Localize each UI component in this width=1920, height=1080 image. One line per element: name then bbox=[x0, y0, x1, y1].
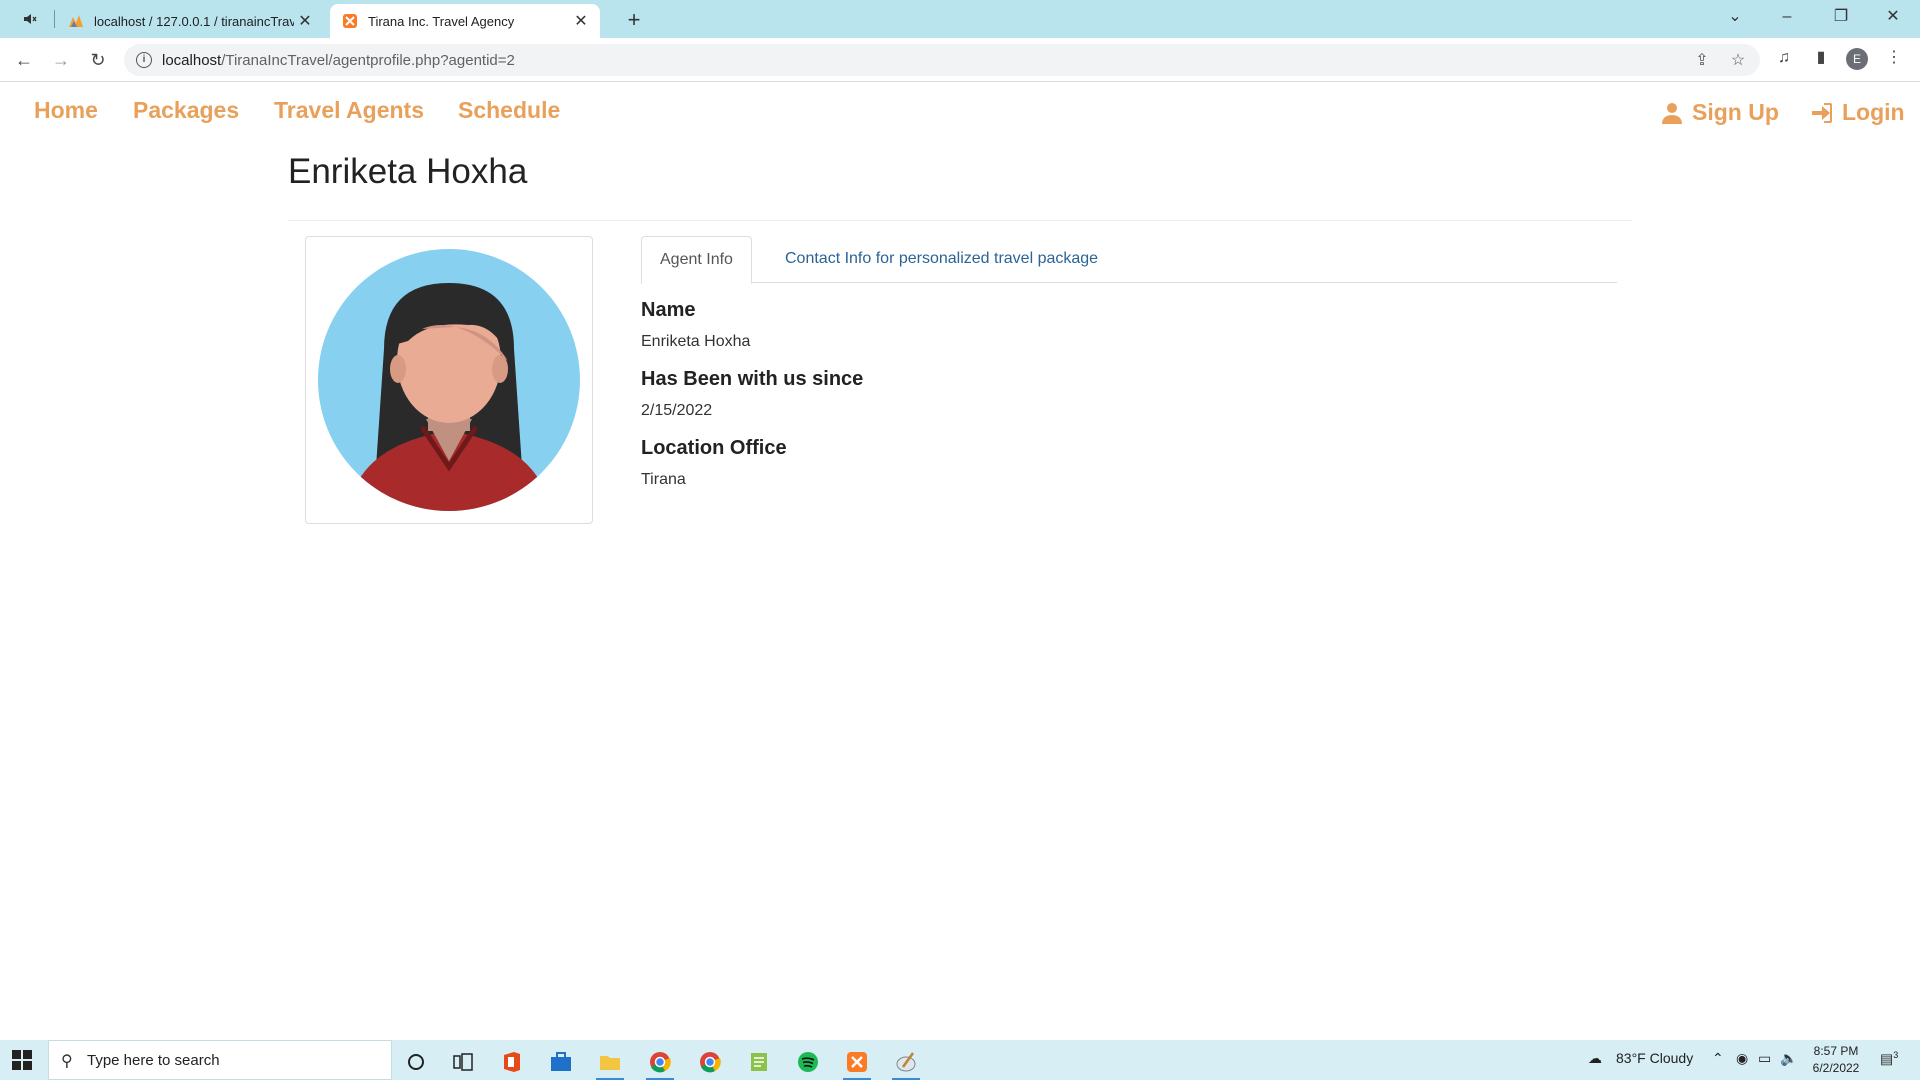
user-icon bbox=[1662, 102, 1682, 124]
taskbar-search[interactable]: ⚲ Type here to search bbox=[48, 1040, 392, 1080]
back-icon[interactable]: ← bbox=[10, 46, 38, 74]
windows-taskbar: ⚲ Type here to search ☁ 83°F Cloudy ⌃ ◉ … bbox=[0, 1040, 1920, 1080]
agent-info-panel: Name Enriketa Hoxha Has Been with us sin… bbox=[641, 293, 1541, 500]
field-label-name: Name bbox=[641, 299, 696, 321]
reload-icon[interactable]: ↻ bbox=[84, 46, 112, 74]
tab-title: localhost / 127.0.0.1 / tiranaincTravel bbox=[94, 13, 294, 29]
login-label: Login bbox=[1842, 99, 1905, 125]
spotify-icon[interactable] bbox=[790, 1044, 826, 1080]
nav-sign-up[interactable]: Sign Up bbox=[1660, 99, 1779, 126]
field-value-name: Enriketa Hoxha bbox=[641, 333, 751, 350]
chat-bubble-icon: ▤ bbox=[1880, 1050, 1894, 1067]
search-icon: ⚲ bbox=[61, 1053, 73, 1070]
windows-start-icon[interactable] bbox=[12, 1050, 32, 1070]
forward-icon[interactable]: → bbox=[47, 46, 75, 74]
browser-toolbar: ← → ↻ i localhost/TiranaIncTravel/agentp… bbox=[0, 38, 1920, 82]
store-icon[interactable] bbox=[543, 1044, 579, 1080]
system-clock[interactable]: 8:57 PM 6/2/2022 bbox=[1808, 1043, 1864, 1077]
chevron-up-icon[interactable]: ⌃ bbox=[1712, 1050, 1724, 1067]
notification-count: 3 bbox=[1893, 1050, 1899, 1060]
meet-now-icon[interactable]: ◉ bbox=[1736, 1050, 1748, 1067]
share-icon[interactable]: ⇪ bbox=[1692, 51, 1712, 71]
chrome-icon[interactable] bbox=[642, 1044, 678, 1080]
restore-button[interactable]: ❐ bbox=[1814, 0, 1868, 34]
field-value-office: Tirana bbox=[641, 471, 686, 488]
new-tab-button[interactable]: + bbox=[620, 6, 648, 34]
agent-photo bbox=[305, 236, 593, 524]
xampp-icon bbox=[342, 13, 358, 29]
profile-tabs: Agent Info Contact Info for personalized… bbox=[641, 236, 1617, 284]
tab-separator bbox=[54, 10, 55, 28]
url-path: /TiranaIncTravel/agentprofile.php?agenti… bbox=[221, 52, 515, 69]
chrome-profile-icon[interactable] bbox=[692, 1044, 728, 1080]
profile-avatar[interactable]: E bbox=[1846, 48, 1868, 70]
page-title: Enriketa Hoxha bbox=[288, 152, 528, 191]
login-icon bbox=[1812, 102, 1832, 123]
phpmyadmin-icon bbox=[68, 13, 84, 29]
notepad-icon[interactable] bbox=[741, 1044, 777, 1080]
nav-schedule[interactable]: Schedule bbox=[458, 97, 560, 124]
volume-icon[interactable]: 🔈 bbox=[1780, 1050, 1797, 1067]
web-page: Home Packages Travel Agents Schedule Sig… bbox=[0, 82, 1920, 1040]
weather-icon[interactable]: ☁ bbox=[1588, 1050, 1602, 1067]
file-explorer-icon[interactable] bbox=[592, 1044, 628, 1080]
field-label-office: Location Office bbox=[641, 437, 787, 459]
field-label-since: Has Been with us since bbox=[641, 368, 864, 390]
paint-icon[interactable] bbox=[888, 1044, 924, 1080]
tab-search-icon[interactable]: ⌄ bbox=[1708, 0, 1762, 34]
network-icon[interactable]: ▭ bbox=[1758, 1050, 1771, 1067]
tab-agent-info[interactable]: Agent Info bbox=[641, 236, 752, 284]
bookmark-star-icon[interactable]: ☆ bbox=[1728, 51, 1748, 71]
cortana-icon[interactable] bbox=[398, 1044, 434, 1080]
side-panel-icon[interactable]: ▮ bbox=[1809, 46, 1833, 70]
close-icon[interactable]: ✕ bbox=[294, 11, 316, 31]
minimize-button[interactable]: – bbox=[1760, 0, 1814, 34]
site-info-icon[interactable]: i bbox=[136, 52, 152, 68]
media-control-icon[interactable]: ♫ bbox=[1772, 46, 1796, 70]
site-navbar: Home Packages Travel Agents Schedule Sig… bbox=[0, 82, 1920, 138]
field-value-since: 2/15/2022 bbox=[641, 402, 713, 419]
profile-container: Enriketa Hoxha Agent Info Contact Info f… bbox=[288, 138, 1632, 524]
url-host: localhost bbox=[162, 52, 222, 69]
agent-avatar-icon bbox=[318, 249, 580, 511]
tab-travel-agency[interactable]: Tirana Inc. Travel Agency ✕ bbox=[330, 4, 600, 38]
task-view-icon[interactable] bbox=[445, 1044, 481, 1080]
browser-tabstrip: localhost / 127.0.0.1 / tiranaincTravel … bbox=[0, 0, 1920, 38]
search-placeholder: Type here to search bbox=[87, 1052, 220, 1069]
divider bbox=[288, 220, 1632, 221]
kebab-menu-icon[interactable]: ⋮ bbox=[1882, 46, 1906, 70]
nav-travel-agents[interactable]: Travel Agents bbox=[274, 97, 424, 124]
address-bar[interactable]: i localhost/TiranaIncTravel/agentprofile… bbox=[124, 44, 1760, 76]
clock-date: 6/2/2022 bbox=[1812, 1061, 1860, 1075]
nav-login[interactable]: Login bbox=[1810, 99, 1905, 126]
speaker-muted-icon[interactable] bbox=[22, 11, 42, 27]
nav-home[interactable]: Home bbox=[34, 97, 98, 124]
nav-packages[interactable]: Packages bbox=[133, 97, 239, 124]
close-icon[interactable]: ✕ bbox=[570, 11, 592, 31]
window-close-button[interactable]: ✕ bbox=[1866, 0, 1920, 34]
weather-text[interactable]: 83°F Cloudy bbox=[1616, 1050, 1693, 1066]
tab-phpmyadmin[interactable]: localhost / 127.0.0.1 / tiranaincTravel … bbox=[56, 4, 324, 38]
url-text[interactable]: localhost/TiranaIncTravel/agentprofile.p… bbox=[162, 52, 515, 69]
xampp-taskbar-icon[interactable] bbox=[839, 1044, 875, 1080]
clock-time: 8:57 PM bbox=[1813, 1044, 1859, 1058]
sign-up-label: Sign Up bbox=[1692, 99, 1779, 125]
office-icon[interactable] bbox=[494, 1044, 530, 1080]
notifications-icon[interactable]: ▤3 bbox=[1880, 1050, 1898, 1068]
tab-title: Tirana Inc. Travel Agency bbox=[368, 13, 515, 29]
tab-contact-info[interactable]: Contact Info for personalized travel pac… bbox=[767, 236, 1116, 283]
